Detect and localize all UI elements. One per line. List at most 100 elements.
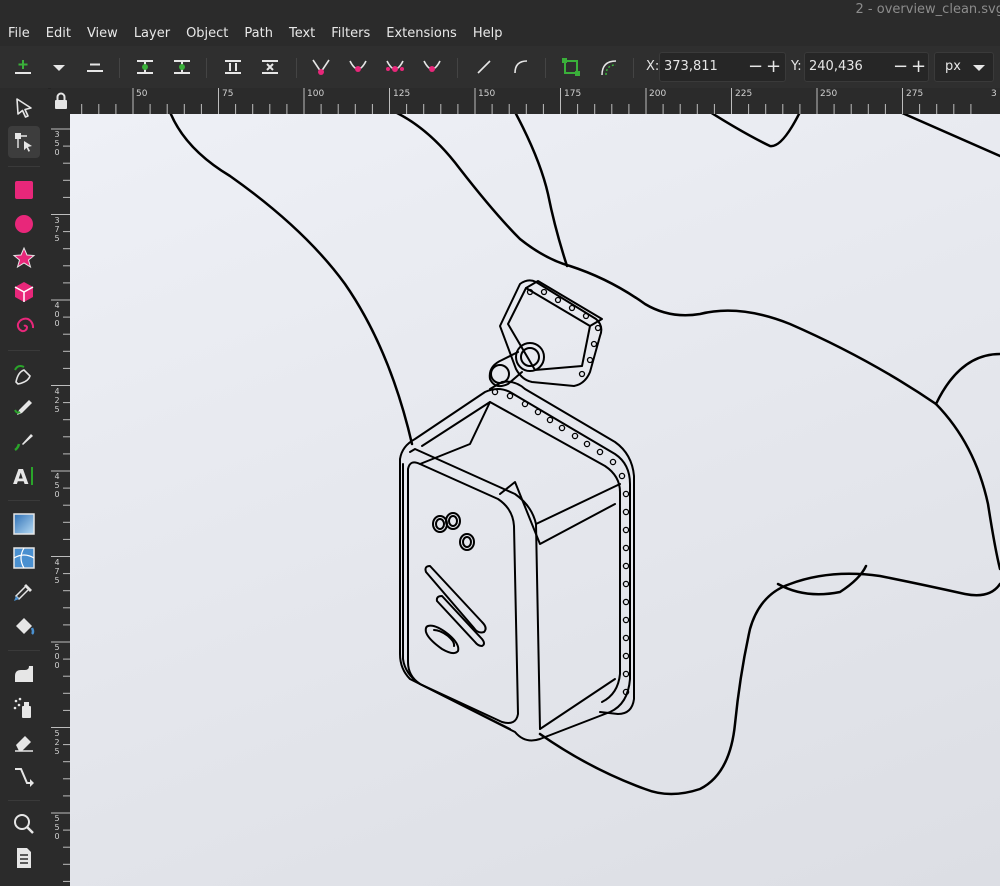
x-coordinate-input[interactable]: 373,811 − +: [659, 52, 786, 82]
y-coordinate-value: 240,436: [809, 59, 863, 74]
mesh-tool[interactable]: [8, 542, 40, 574]
outline-right-side: [934, 402, 1000, 571]
y-coordinate-input[interactable]: 240,436 − +: [804, 52, 929, 82]
menu-path[interactable]: Path: [236, 22, 281, 46]
smooth-node-icon[interactable]: [346, 55, 370, 79]
arrow-icon: [16, 98, 32, 118]
gradient-icon: [13, 513, 35, 535]
outline-crease: [514, 114, 569, 268]
separator: [457, 58, 458, 78]
connector-tool[interactable]: [8, 760, 40, 792]
menu-text[interactable]: Text: [281, 22, 323, 46]
menu-layer[interactable]: Layer: [126, 22, 178, 46]
y-increment-icon[interactable]: +: [911, 58, 926, 76]
ruler-label: 0: [54, 490, 60, 499]
x-decrement-icon[interactable]: −: [748, 58, 763, 76]
pencil-tool[interactable]: [8, 392, 40, 424]
gradient-tool[interactable]: [8, 508, 40, 540]
delete-segment-icon[interactable]: [258, 55, 282, 79]
ruler-label: 5: [54, 139, 60, 148]
ruler-label: 0: [54, 661, 60, 670]
x-label: X:: [646, 59, 660, 74]
x-coordinate-value: 373,811: [664, 59, 718, 74]
separator: [633, 58, 634, 78]
dropper-tool[interactable]: [8, 576, 40, 608]
join-segment-icon[interactable]: [221, 55, 245, 79]
menu-file[interactable]: File: [0, 22, 38, 46]
make-curve-icon[interactable]: [509, 55, 533, 79]
window-title: 2 - overview_clean.svg: [855, 2, 1000, 17]
menu-edit[interactable]: Edit: [38, 22, 79, 46]
magnifier-icon: [14, 814, 34, 834]
spiral-tool[interactable]: [8, 310, 40, 342]
3dbox-tool[interactable]: [8, 276, 40, 308]
delete-node-icon[interactable]: [83, 55, 107, 79]
connector-icon: [15, 768, 34, 787]
document-icon: [17, 848, 31, 868]
housing-device: [399, 380, 635, 742]
menu-view[interactable]: View: [79, 22, 126, 46]
ruler-label: 75: [222, 89, 234, 99]
ruler-label: 275: [906, 89, 924, 99]
guide-lock-toggle[interactable]: [51, 88, 70, 114]
y-decrement-icon[interactable]: −: [893, 58, 908, 76]
menu-help[interactable]: Help: [465, 22, 511, 46]
ruler-label: 5: [54, 234, 60, 243]
outline-notch: [710, 114, 801, 148]
horizontal-ruler[interactable]: 50 75 100 125 150 175 200 225 250 275 3: [70, 88, 1000, 114]
make-line-icon[interactable]: [472, 55, 496, 79]
ruler-label: 3: [991, 89, 997, 99]
y-label: Y:: [791, 59, 802, 74]
ruler-label: 4: [54, 387, 60, 396]
drawing-canvas[interactable]: [70, 114, 1000, 886]
ruler-label: 50: [136, 89, 148, 99]
auto-smooth-node-icon[interactable]: [420, 55, 444, 79]
cube-icon: [14, 282, 34, 302]
ruler-label: 0: [54, 652, 60, 661]
ruler-label: 0: [54, 832, 60, 841]
ruler-label: 2: [54, 396, 60, 405]
ruler-label: 4: [54, 301, 60, 310]
text-tool[interactable]: A: [8, 460, 40, 492]
paint-bucket-tool[interactable]: [8, 610, 40, 642]
object-to-path-icon[interactable]: [559, 55, 583, 79]
calligraphy-tool[interactable]: [8, 426, 40, 458]
ruler-label: 3: [54, 216, 60, 225]
square-icon: [15, 181, 33, 199]
insert-node-icon[interactable]: [11, 55, 35, 79]
dropper-icon: [14, 584, 32, 601]
menu-object[interactable]: Object: [178, 22, 236, 46]
cusp-node-icon[interactable]: [309, 55, 333, 79]
vertical-ruler[interactable]: 350 375 400 425 450 475 500 525 550: [51, 114, 70, 886]
node-tool[interactable]: [8, 126, 40, 158]
ruler-label: 5: [54, 481, 60, 490]
eraser-tool[interactable]: [8, 726, 40, 758]
pen-tool[interactable]: [8, 358, 40, 390]
ruler-label: 125: [393, 89, 411, 99]
selector-tool[interactable]: [8, 92, 40, 124]
node-edit-icon: [15, 133, 32, 152]
document-properties[interactable]: [8, 842, 40, 874]
line-drawing: [169, 114, 1000, 796]
separator: [8, 650, 40, 651]
symmetric-node-icon[interactable]: [383, 55, 407, 79]
ellipse-tool[interactable]: [8, 208, 40, 240]
lock-icon: [55, 92, 67, 109]
stroke-to-path-icon[interactable]: [597, 55, 621, 79]
ruler-label: 7: [54, 225, 60, 234]
insert-node-dropdown-icon[interactable]: [47, 55, 71, 79]
break-path-icon[interactable]: [170, 55, 194, 79]
ruler-label: 5: [54, 747, 60, 756]
bucket-icon: [16, 618, 35, 635]
tweak-tool[interactable]: [8, 658, 40, 690]
star-tool[interactable]: [8, 242, 40, 274]
zoom-tool[interactable]: [8, 808, 40, 840]
rectangle-tool[interactable]: [8, 174, 40, 206]
x-increment-icon[interactable]: +: [766, 58, 781, 76]
menu-extensions[interactable]: Extensions: [378, 22, 465, 46]
join-nodes-icon[interactable]: [133, 55, 157, 79]
unit-select[interactable]: px: [934, 52, 994, 82]
spray-tool[interactable]: [8, 692, 40, 724]
ruler-label: 150: [478, 89, 496, 99]
menu-filters[interactable]: Filters: [323, 22, 378, 46]
